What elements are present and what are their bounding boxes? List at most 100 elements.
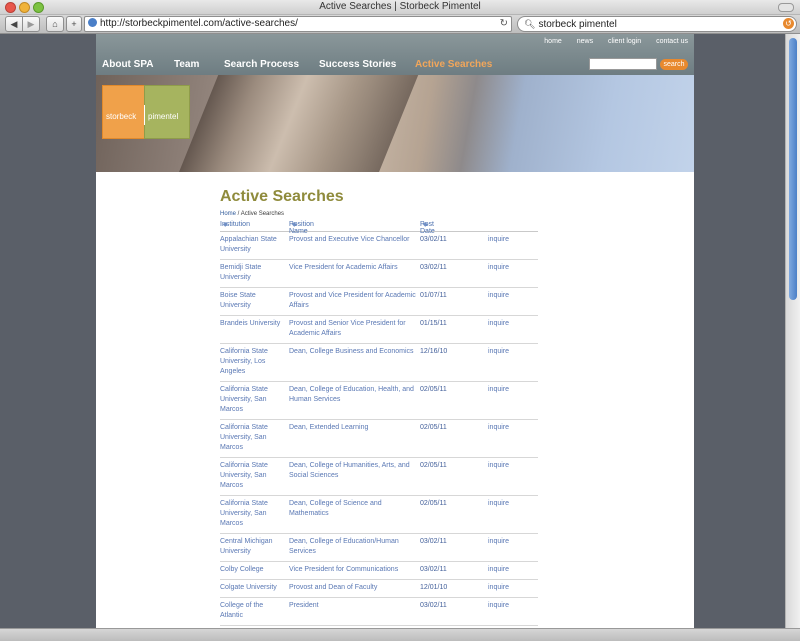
browser-toolbar: ◀ ▶ ⌂ + http://storbeckpimentel.com/acti… (0, 15, 800, 34)
inquire-link[interactable]: inquire (488, 347, 528, 357)
address-bar[interactable]: http://storbeckpimentel.com/active-searc… (84, 16, 512, 32)
table-row: Brandeis University Provost and Senior Vi… (220, 316, 538, 344)
position-name-link[interactable]: Dean, College of Science and Mathematics (289, 499, 419, 519)
snapback-icon[interactable]: ↺ (783, 18, 794, 29)
site-container: home news client login contact us About … (96, 34, 694, 628)
home-button[interactable]: ⌂ (46, 16, 64, 32)
table-header: Institution ◆ Position Name ◆ Post Date ◆ (220, 221, 538, 235)
scrollbar-thumb[interactable] (789, 38, 797, 300)
nav-about-spa[interactable]: About SPA (102, 59, 153, 70)
institution-link[interactable]: California State University, San Marcos (220, 499, 286, 529)
inquire-link[interactable]: inquire (488, 423, 528, 433)
sort-icon[interactable]: ◆ (223, 221, 228, 228)
position-name-link[interactable]: Provost and Vice President for Academic … (289, 291, 419, 311)
post-date: 02/05/11 (420, 386, 447, 393)
institution-link[interactable]: Bemidji State University (220, 263, 286, 283)
util-link-contact-us[interactable]: contact us (656, 38, 688, 45)
reload-icon[interactable]: ↻ (500, 17, 508, 31)
nav-search-process[interactable]: Search Process (224, 59, 299, 70)
logo-text-storbeck: storbeck (106, 112, 137, 121)
searches-table-body: Appalachian State University Provost and … (220, 232, 538, 628)
post-date: 02/05/11 (420, 424, 447, 431)
inquire-link[interactable]: inquire (488, 499, 528, 509)
globe-icon (88, 18, 97, 27)
forward-button[interactable]: ▶ (22, 16, 40, 32)
table-row: Bemidji State University Vice President f… (220, 260, 538, 288)
sort-icon[interactable]: ◆ (292, 221, 297, 228)
inquire-link[interactable]: inquire (488, 565, 528, 575)
table-row: California State University, San Marcos D… (220, 496, 538, 534)
institution-link[interactable]: College of the Atlantic (220, 601, 286, 621)
institution-link[interactable]: California State University, San Marcos (220, 385, 286, 415)
inquire-link[interactable]: inquire (488, 291, 528, 301)
inquire-link[interactable]: inquire (488, 537, 528, 547)
institution-link[interactable]: Colgate University (220, 583, 286, 593)
status-bar (0, 628, 800, 641)
util-link-client-login[interactable]: client login (608, 38, 641, 45)
logo-divider (144, 105, 145, 125)
table-row: California State University, San Marcos D… (220, 458, 538, 496)
inquire-link[interactable]: inquire (488, 235, 528, 245)
site-header: home news client login contact us About … (96, 34, 694, 75)
institution-link[interactable]: Colby College (220, 565, 286, 575)
table-row: College of the Atlantic President 03/02/11… (220, 598, 538, 626)
vertical-scrollbar[interactable] (785, 34, 800, 628)
site-search-input[interactable] (589, 58, 657, 70)
inquire-link[interactable]: inquire (488, 319, 528, 329)
institution-link[interactable]: Brandeis University (220, 319, 286, 329)
position-name-link[interactable]: Dean, Extended Learning (289, 423, 419, 433)
header-banner: storbeck pimentel (96, 75, 694, 172)
table-row: California State University, San Marcos D… (220, 382, 538, 420)
inquire-link[interactable]: inquire (488, 583, 528, 593)
site-search-button[interactable]: search (660, 59, 688, 70)
institution-link[interactable]: California State University, Los Angeles (220, 347, 286, 377)
window-titlebar: Active Searches | Storbeck Pimentel (0, 0, 800, 15)
position-name-link[interactable]: Provost and Dean of Faculty (289, 583, 419, 593)
position-name-link[interactable]: President (289, 601, 419, 611)
position-name-link[interactable]: Provost and Senior Vice President for Ac… (289, 319, 419, 339)
institution-link[interactable]: Central Michigan University (220, 537, 286, 557)
column-image (169, 75, 423, 172)
util-link-news[interactable]: news (577, 38, 593, 45)
institution-link[interactable]: California State University, San Marcos (220, 461, 286, 491)
post-date: 02/05/11 (420, 462, 447, 469)
breadcrumb-home[interactable]: Home (220, 211, 236, 217)
institution-link[interactable]: Boise State University (220, 291, 286, 311)
nav-team[interactable]: Team (174, 59, 199, 70)
position-name-link[interactable]: Dean, College of Education/Human Service… (289, 537, 419, 557)
page-title: Active Searches (220, 188, 344, 205)
logo-text-pimentel: pimentel (148, 112, 179, 121)
browser-search-field[interactable]: 🔍︎ storbeck pimentel ↺ (517, 16, 797, 32)
util-link-home[interactable]: home (544, 38, 562, 45)
position-name-link[interactable]: Dean, College Business and Economics (289, 347, 419, 357)
position-name-link[interactable]: Dean, College of Humanities, Arts, and S… (289, 461, 419, 481)
table-row: Boise State University Provost and Vice P… (220, 288, 538, 316)
home-icon: ⌂ (52, 19, 58, 29)
institution-link[interactable]: Appalachian State University (220, 235, 286, 255)
position-name-link[interactable]: Dean, College of Education, Health, and … (289, 385, 419, 405)
position-name-link[interactable]: Vice President for Communications (289, 565, 419, 575)
forward-arrow-icon: ▶ (27, 19, 35, 29)
position-name-link[interactable]: Provost and Executive Vice Chancellor (289, 235, 419, 245)
search-icon: 🔍︎ (524, 19, 536, 29)
add-bookmark-button[interactable]: + (66, 16, 82, 32)
plus-icon: + (71, 19, 77, 29)
table-row: Colgate University Provost and Dean of Fa… (220, 580, 538, 598)
nav-active-searches[interactable]: Active Searches (415, 59, 492, 70)
back-arrow-icon: ◀ (10, 19, 18, 29)
position-name-link[interactable]: Vice President for Academic Affairs (289, 263, 419, 273)
browser-search-text: storbeck pimentel (538, 19, 617, 30)
post-date: 03/02/11 (420, 538, 447, 545)
toolbar-toggle-button[interactable] (778, 3, 794, 12)
nav-success-stories[interactable]: Success Stories (319, 59, 396, 70)
inquire-link[interactable]: inquire (488, 461, 528, 471)
sort-icon[interactable]: ◆ (423, 221, 428, 228)
back-button[interactable]: ◀ (5, 16, 23, 32)
table-row: California State University, San Marcos D… (220, 420, 538, 458)
inquire-link[interactable]: inquire (488, 385, 528, 395)
inquire-link[interactable]: inquire (488, 263, 528, 273)
inquire-link[interactable]: inquire (488, 601, 528, 611)
institution-link[interactable]: California State University, San Marcos (220, 423, 286, 453)
page-viewport: home news client login contact us About … (0, 34, 785, 628)
post-date: 01/07/11 (420, 292, 447, 299)
